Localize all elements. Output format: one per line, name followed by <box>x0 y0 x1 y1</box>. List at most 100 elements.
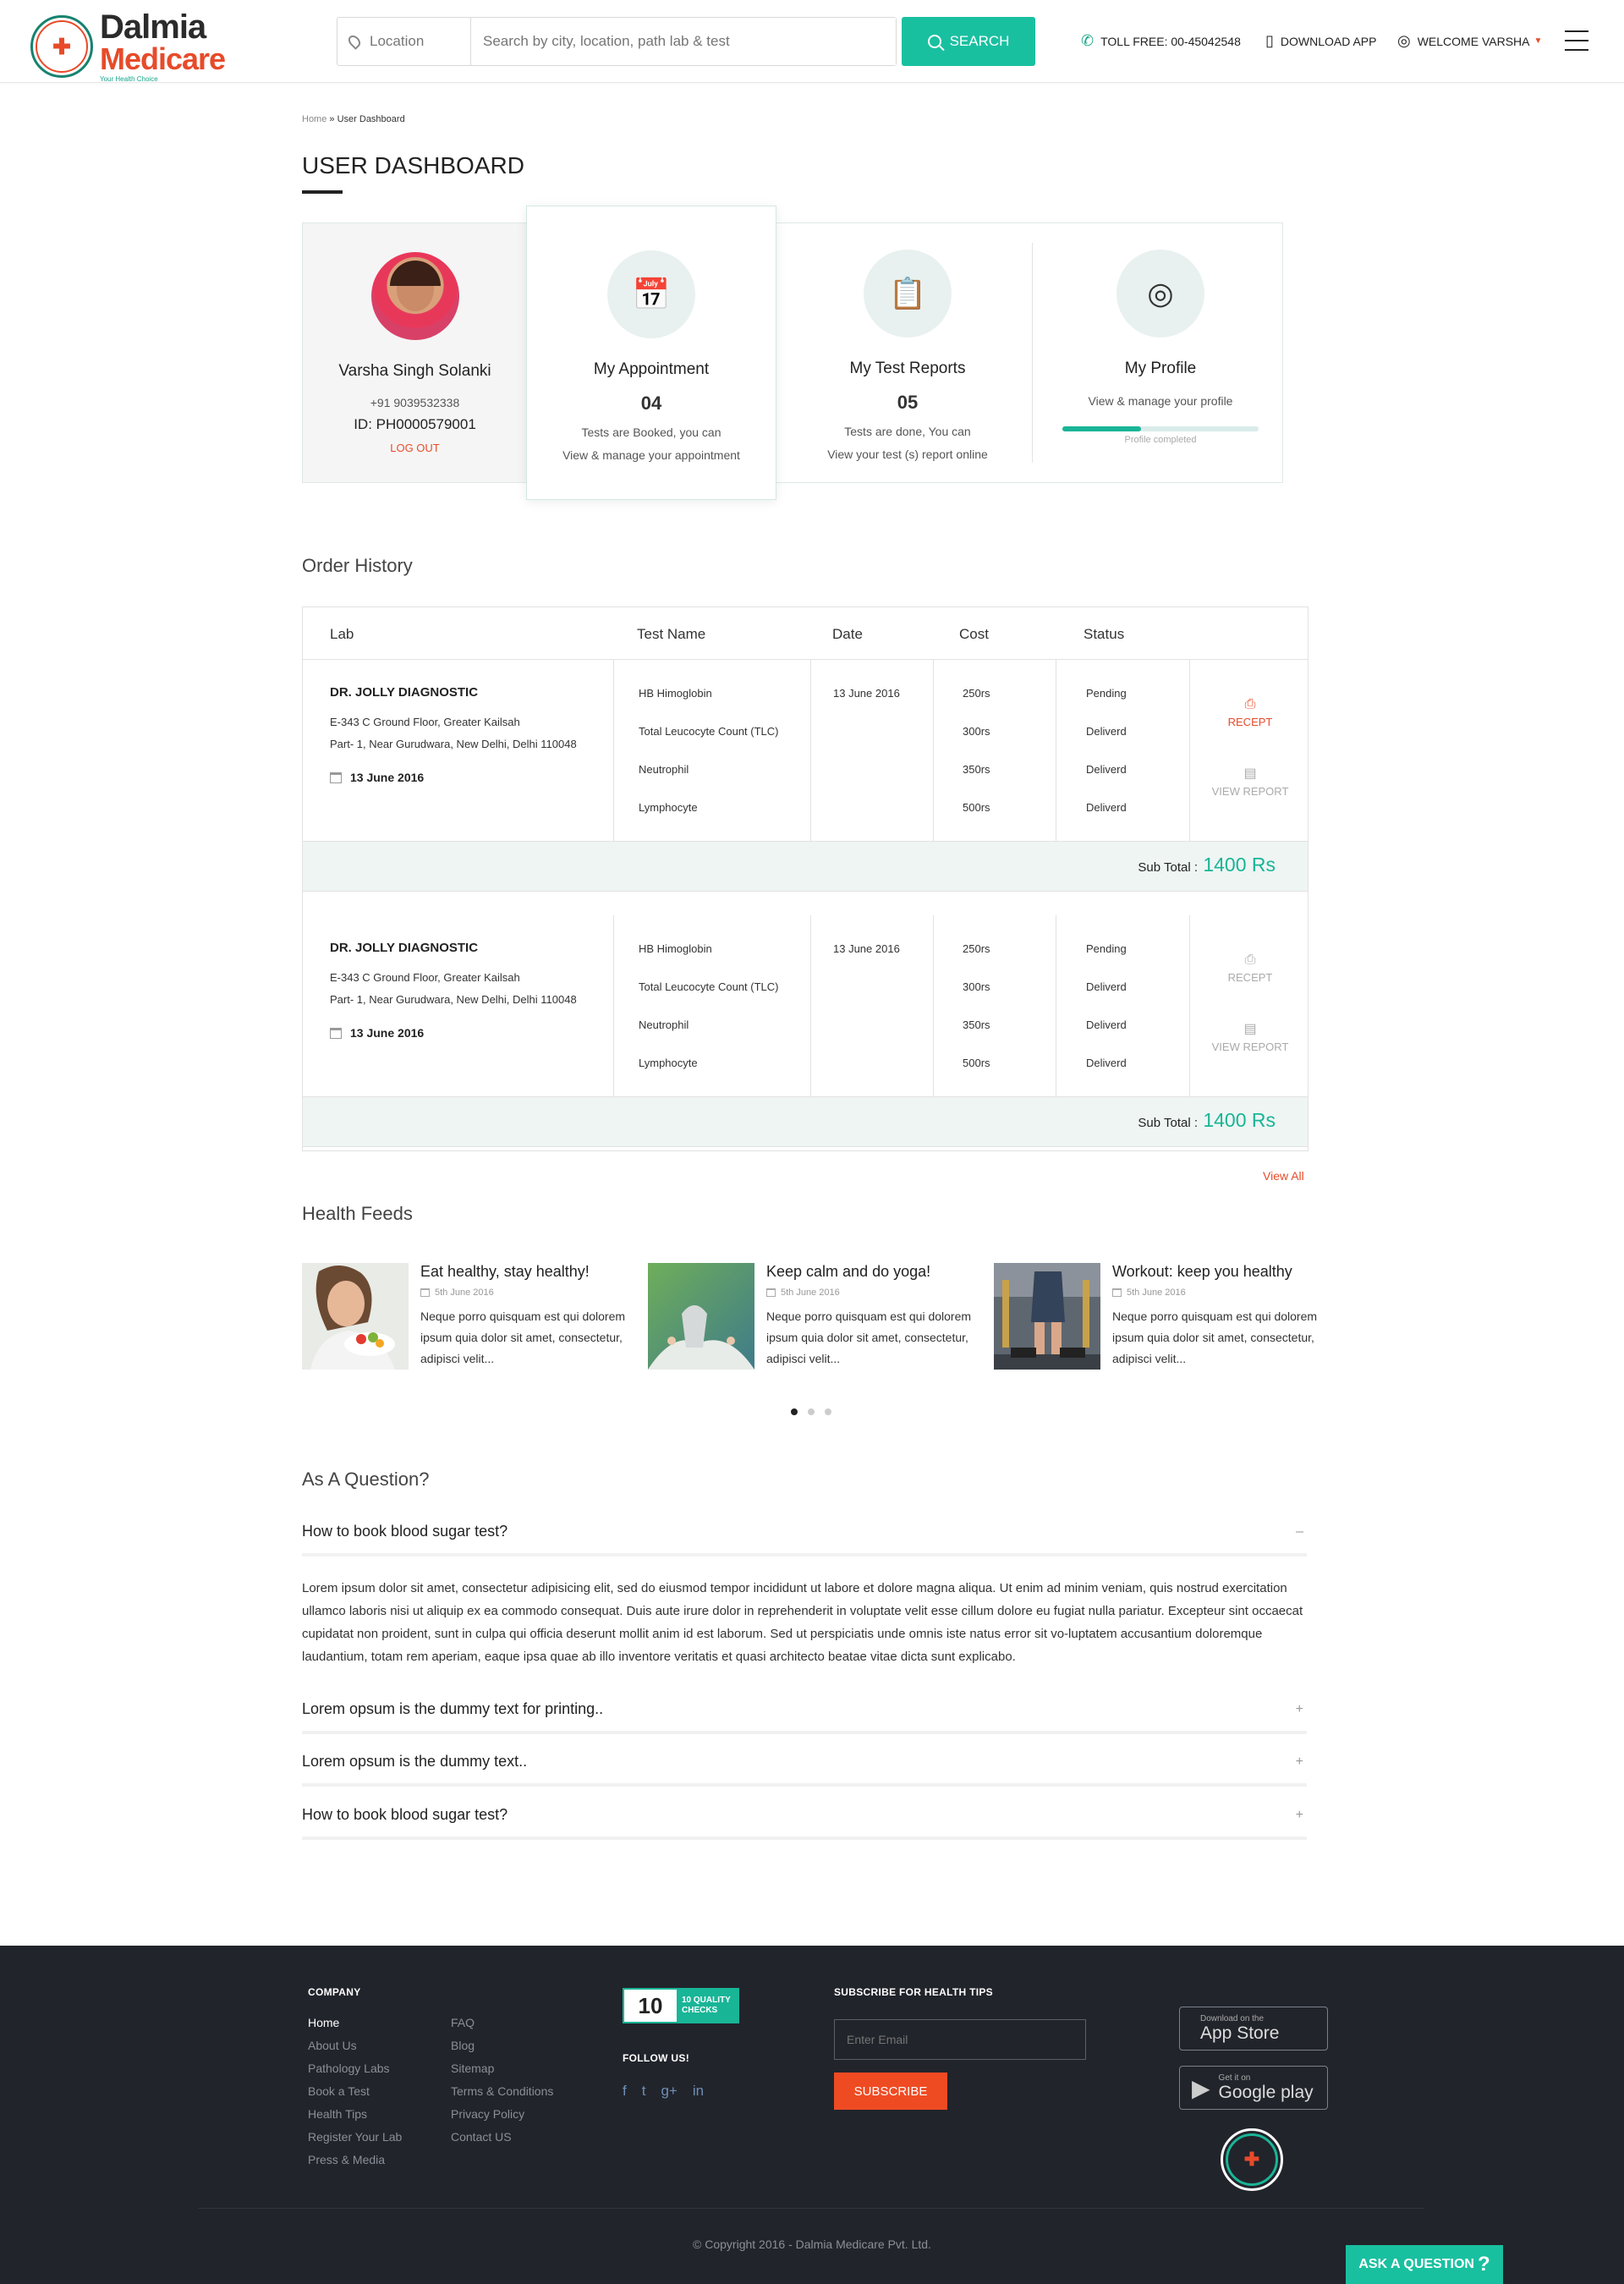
caret-down-icon: ▼ <box>1533 36 1543 46</box>
footer-link-home[interactable]: Home <box>308 2012 402 2034</box>
view-report-label: VIEW REPORT <box>1211 785 1289 798</box>
download-app-link[interactable]: ▯ DOWNLOAD APP <box>1265 32 1377 50</box>
order-date: 13 June 2016 <box>833 942 900 955</box>
subtotal-value: 1400 Rs <box>1203 1109 1276 1131</box>
footer-link-faq[interactable]: FAQ <box>451 2012 553 2034</box>
search-button-label: SEARCH <box>949 33 1010 49</box>
breadcrumb-current: User Dashboard <box>337 114 405 124</box>
calendar-icon <box>330 1027 342 1039</box>
mobile-icon: ▯ <box>1265 32 1274 49</box>
test-cost: 500rs <box>963 801 990 814</box>
faq-question-text: Lorem opsum is the dummy text for printi… <box>302 1700 604 1717</box>
receipt-button[interactable]: ⎙ RECEPT <box>1191 953 1309 984</box>
view-report-button[interactable]: ▤ VIEW REPORT <box>1191 765 1309 798</box>
expand-icon[interactable]: + <box>1296 1808 1303 1823</box>
breadcrumb-home[interactable]: Home <box>302 114 326 124</box>
footer-link-contact[interactable]: Contact US <box>451 2126 553 2149</box>
footer-link-book-test[interactable]: Book a Test <box>308 2080 402 2103</box>
appointment-card[interactable]: 📅 My Appointment 04 Tests are Booked, yo… <box>526 206 776 500</box>
faq-question[interactable]: Lorem opsum is the dummy text.. + <box>302 1753 1307 1787</box>
feed-excerpt: Neque porro quisquam est qui dolorem ips… <box>766 1309 972 1365</box>
facebook-icon[interactable]: f <box>623 2083 627 2100</box>
test-name: HB Himoglobin <box>639 687 712 700</box>
test-status: Deliverd <box>1086 801 1127 814</box>
feed-card[interactable]: Workout: keep you healthy 5th June 2016 … <box>994 1263 1332 1370</box>
carousel-dot[interactable] <box>825 1408 831 1415</box>
twitter-icon[interactable]: t <box>642 2083 646 2100</box>
search-input[interactable] <box>471 18 896 65</box>
user-icon: ◎ <box>1397 32 1411 49</box>
carousel-dot[interactable] <box>791 1408 798 1415</box>
test-name: Total Leucocyte Count (TLC) <box>639 980 779 993</box>
test-name: HB Himoglobin <box>639 942 712 955</box>
site-header: ✚ Dalmia Medicare Your Health Choice Loc… <box>0 0 1624 83</box>
test-reports-card[interactable]: 📋 My Test Reports 05 Tests are done, You… <box>782 223 1033 482</box>
profile-card: Varsha Singh Solanki +91 9039532338 ID: … <box>303 223 527 482</box>
google-plus-icon[interactable]: g+ <box>661 2083 677 2100</box>
download-app-label: DOWNLOAD APP <box>1280 34 1377 48</box>
feed-excerpt: Neque porro quisquam est qui dolorem ips… <box>420 1309 626 1365</box>
test-status: Deliverd <box>1086 1057 1127 1069</box>
logo[interactable]: ✚ Dalmia Medicare Your Health Choice <box>30 10 226 83</box>
footer-link-privacy[interactable]: Privacy Policy <box>451 2103 553 2126</box>
email-field[interactable] <box>834 2019 1086 2060</box>
column-divider <box>933 660 934 841</box>
view-all-link[interactable]: View All <box>1263 1169 1304 1183</box>
receipt-label: RECEPT <box>1227 971 1273 984</box>
test-cost: 300rs <box>963 980 990 993</box>
collapse-icon[interactable]: – <box>1296 1524 1303 1540</box>
footer-link-about[interactable]: About Us <box>308 2034 402 2057</box>
expand-icon[interactable]: + <box>1296 1754 1303 1770</box>
google-play-button[interactable]: ▶ Get it on Google play <box>1179 2066 1328 2110</box>
printer-icon: ⎙ <box>1244 697 1256 711</box>
column-divider <box>1189 660 1190 841</box>
app-store-small: Download on the <box>1200 2013 1265 2023</box>
faq-question[interactable]: How to book blood sugar test? – <box>302 1523 1307 1557</box>
subscribe-button[interactable]: SUBSCRIBE <box>834 2073 947 2110</box>
lab-date: 13 June 2016 <box>350 1026 425 1040</box>
lab-date: 13 June 2016 <box>350 771 425 784</box>
lab-address-line2: Part- 1, Near Gurudwara, New Delhi, Delh… <box>330 738 577 750</box>
my-profile-card[interactable]: ◎ My Profile View & manage your profile … <box>1035 223 1286 482</box>
footer-link-pathology-labs[interactable]: Pathology Labs <box>308 2057 402 2080</box>
column-header-lab: Lab <box>330 626 354 642</box>
search-button[interactable]: SEARCH <box>902 17 1035 66</box>
faq-question[interactable]: Lorem opsum is the dummy text for printi… <box>302 1700 1307 1734</box>
badge-number: 10 <box>624 1990 677 2022</box>
footer-link-sitemap[interactable]: Sitemap <box>451 2057 553 2080</box>
order-date: 13 June 2016 <box>833 687 900 700</box>
breadcrumb: Home » User Dashboard <box>302 114 405 124</box>
badge-line2: CHECKS <box>682 2006 718 2015</box>
location-select[interactable]: Location <box>337 18 471 65</box>
footer-link-press[interactable]: Press & Media <box>308 2149 402 2171</box>
feed-card[interactable]: Keep calm and do yoga! 5th June 2016 Neq… <box>648 1263 986 1370</box>
footer-link-register-lab[interactable]: Register Your Lab <box>308 2126 402 2149</box>
badge-line1: 10 QUALITY <box>682 1996 731 2005</box>
faq-question[interactable]: How to book blood sugar test? + <box>302 1806 1307 1840</box>
ask-question-button[interactable]: ASK A QUESTION ? <box>1346 2245 1503 2284</box>
linkedin-icon[interactable]: in <box>693 2083 704 2100</box>
profile-phone: +91 9039532338 <box>370 396 460 409</box>
carousel-dot[interactable] <box>808 1408 815 1415</box>
expand-icon[interactable]: + <box>1296 1702 1303 1717</box>
footer-link-health-tips[interactable]: Health Tips <box>308 2103 402 2126</box>
footer-link-blog[interactable]: Blog <box>451 2034 553 2057</box>
column-header-test-name: Test Name <box>637 626 706 642</box>
feed-card[interactable]: Eat healthy, stay healthy! 5th June 2016… <box>302 1263 640 1370</box>
test-reports-count: 05 <box>897 392 919 413</box>
appointment-count: 04 <box>640 393 662 414</box>
hamburger-menu-icon[interactable] <box>1565 30 1588 51</box>
toll-free[interactable]: ✆ TOLL FREE: 00-45042548 <box>1081 32 1241 50</box>
app-store-button[interactable]: Download on the App Store <box>1179 2007 1328 2051</box>
footer-link-terms[interactable]: Terms & Conditions <box>451 2080 553 2103</box>
play-icon: ▶ <box>1192 2074 1210 2101</box>
user-circle-icon: ◎ <box>1116 250 1204 338</box>
calendar-icon <box>1112 1288 1122 1297</box>
appointment-title: My Appointment <box>593 360 710 378</box>
view-report-button[interactable]: ▤ VIEW REPORT <box>1191 1020 1309 1053</box>
receipt-button[interactable]: ⎙ RECEPT <box>1191 697 1309 728</box>
user-menu[interactable]: ◎ WELCOME VARSHA ▼ <box>1397 32 1542 50</box>
subtotal-row: Sub Total : 1400 Rs <box>303 1096 1308 1147</box>
calendar-icon <box>330 771 342 783</box>
logout-link[interactable]: LOG OUT <box>303 442 527 454</box>
